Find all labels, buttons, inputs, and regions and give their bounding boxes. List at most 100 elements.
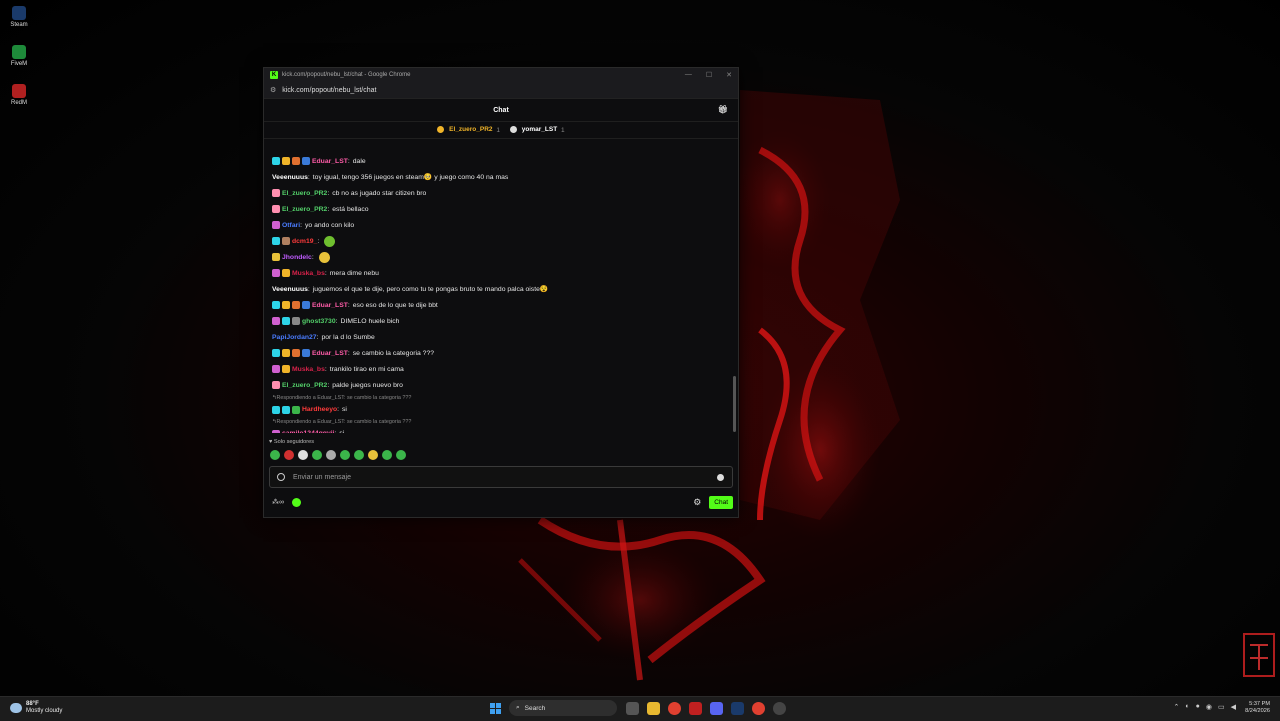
emote-button[interactable] [270,450,280,460]
chrome-icon[interactable] [668,702,681,715]
chat-message[interactable]: El_zuero_PR2: palde juegos nuevo bro [272,377,738,393]
chat-message[interactable]: El_zuero_PR2: está bellaco [272,201,738,217]
send-chat-button[interactable]: Chat [709,495,733,509]
points-icon[interactable]: ⁂∞ [272,498,284,506]
speaker-icon[interactable]: ◀ [1231,703,1236,711]
maximize-icon[interactable]: ☐ [706,71,712,79]
message-username[interactable]: Veeenuuus [272,286,308,293]
chat-message[interactable]: Jhondelc: [272,249,738,265]
task-view-icon[interactable] [626,702,639,715]
message-username[interactable]: Eduar_LST [312,302,348,309]
weather-widget[interactable]: 88°F Mostly cloudy [10,701,62,715]
desktop-icon-steam[interactable]: Steam [6,6,32,28]
chat-message[interactable]: Eduar_LST: eso eso de lo que te dije bbt [272,297,738,313]
settings-gear-icon[interactable]: ⚙ [693,497,701,508]
fivem-icon [12,45,26,59]
user-badge-icon [272,221,280,229]
user-badge-icon [282,301,290,309]
message-username[interactable]: El_zuero_PR2 [282,206,327,213]
minimize-icon[interactable]: — [685,71,692,79]
desktop-icon-fivem[interactable]: FiveM [6,45,32,67]
message-text: juguemos el que te dije, pero como tu te… [312,285,540,293]
chat-message[interactable]: Eduar_LST: se cambio la categoria ??? [272,345,738,361]
chat-message[interactable]: El_zuero_PR2: cb no as jugado star citize… [272,185,738,201]
chat-message[interactable]: Muska_bs: mera dime nebu [272,265,738,281]
message-separator: : [307,173,310,181]
emote-button[interactable] [312,450,322,460]
user-badge-icon [282,157,290,165]
chat-message[interactable]: camilo1244ggyjj:si [272,426,738,433]
message-text: trankilo tirao en mi cama [329,365,404,373]
message-username[interactable]: camilo1244ggyjj [282,430,335,433]
message-username[interactable]: dcm19_ [292,238,317,245]
message-username[interactable]: Otfari [282,222,300,229]
chat-message[interactable]: Veeenuuus: toy igual, tengo 356 juegos en… [272,169,738,185]
emote-button[interactable] [298,450,308,460]
message-text: y juego como 40 na mas [432,173,509,181]
message-username[interactable]: ghost3730 [302,318,336,325]
app-icon[interactable] [773,702,786,715]
message-input[interactable]: Enviar un mensaje [269,466,733,488]
chat-message[interactable]: PapiJordan27: por la d lo Sumbe [272,329,738,345]
emote-button[interactable] [396,450,406,460]
emote-button[interactable] [382,450,392,460]
chat-message-list[interactable]: Eduar_LST: dale Veeenuuus: toy igual, tengo… [264,143,738,433]
chat-message[interactable]: Hardheeyo: si [272,402,738,417]
emote-button[interactable] [340,450,350,460]
close-icon[interactable]: ✕ [726,71,732,79]
taskbar-clock[interactable]: 5:37 PM 8/24/2026 [1245,701,1270,715]
gifter-name: El_zuero_PR2 [449,126,493,134]
message-username[interactable]: Veeenuuus [272,174,308,181]
chat-message[interactable]: Muska_bs: trankilo tirao en mi cama [272,361,738,377]
chat-scrollbar[interactable] [733,376,736,432]
user-badge-icon [272,317,280,325]
top-gifter[interactable]: El_zuero_PR2 1 [437,126,500,134]
message-separator: : [311,253,314,261]
file-explorer-icon[interactable] [647,702,660,715]
taskbar-search[interactable]: ⌕ Search [509,700,617,716]
chat-message[interactable]: Otfari: yo ando con kilo [272,217,738,233]
message-username[interactable]: El_zuero_PR2 [282,382,327,389]
start-button[interactable] [490,703,501,714]
message-username[interactable]: PapiJordan27 [272,334,317,341]
reply-context[interactable]: ↰ Respondiendo a Eduar_LST: se cambio la… [272,417,738,426]
steam-taskbar-icon[interactable] [731,702,744,715]
address-bar[interactable]: ⚙ kick.com/popout/nebu_lst/chat [264,82,738,99]
chat-message[interactable]: Veeenuuus: juguemos el que te dije, pero … [272,281,738,297]
user-badge-icon [272,301,280,309]
tray-app-icon[interactable]: ◉ [1206,703,1212,711]
site-info-icon[interactable]: ⚙ [270,86,276,94]
emote-button[interactable] [284,450,294,460]
microphone-icon[interactable]: ● [1196,703,1200,711]
message-username[interactable]: El_zuero_PR2 [282,190,327,197]
message-separator: : [327,381,330,389]
window-titlebar[interactable]: K kick.com/popout/nebu_lst/chat - Google… [264,68,738,82]
chat-message[interactable]: Eduar_LST: dale [272,153,738,169]
message-username[interactable]: Muska_bs [292,366,325,373]
chat-message[interactable]: ghost3730: DIMELO huele bich [272,313,738,329]
message-username[interactable]: Eduar_LST [312,158,348,165]
gift-icon[interactable]: 🎁︎ [718,105,728,114]
chrome-profile-icon[interactable] [752,702,765,715]
kick-logo-icon[interactable] [292,497,301,507]
message-username[interactable]: Muska_bs [292,270,325,277]
chevron-up-icon[interactable]: ⌃ [1174,703,1180,711]
emote-button[interactable] [368,450,378,460]
reply-context[interactable]: ↰ Respondiendo a Eduar_LST: se cambio la… [272,393,738,402]
message-username[interactable]: Eduar_LST [312,350,348,357]
top-gifter[interactable]: yomar_LST 1 [509,126,565,134]
desktop-icon-redm[interactable]: RedM [6,84,32,106]
discord-icon[interactable] [710,702,723,715]
network-icon[interactable]: ▭ [1218,703,1225,711]
message-text: se cambio la categoria ??? [352,349,435,357]
emote-picker-icon[interactable] [277,473,285,481]
user-badge-icon [292,349,300,357]
emote-button[interactable] [326,450,336,460]
tray-app-icon[interactable]: ◐ [1185,703,1189,711]
chat-message[interactable]: dcm19_: [272,233,738,249]
emote-button[interactable] [354,450,364,460]
message-username[interactable]: Hardheeyo [302,406,337,413]
emoji-icon[interactable] [717,473,724,481]
message-username[interactable]: Jhondelc [282,254,312,261]
app-icon[interactable] [689,702,702,715]
